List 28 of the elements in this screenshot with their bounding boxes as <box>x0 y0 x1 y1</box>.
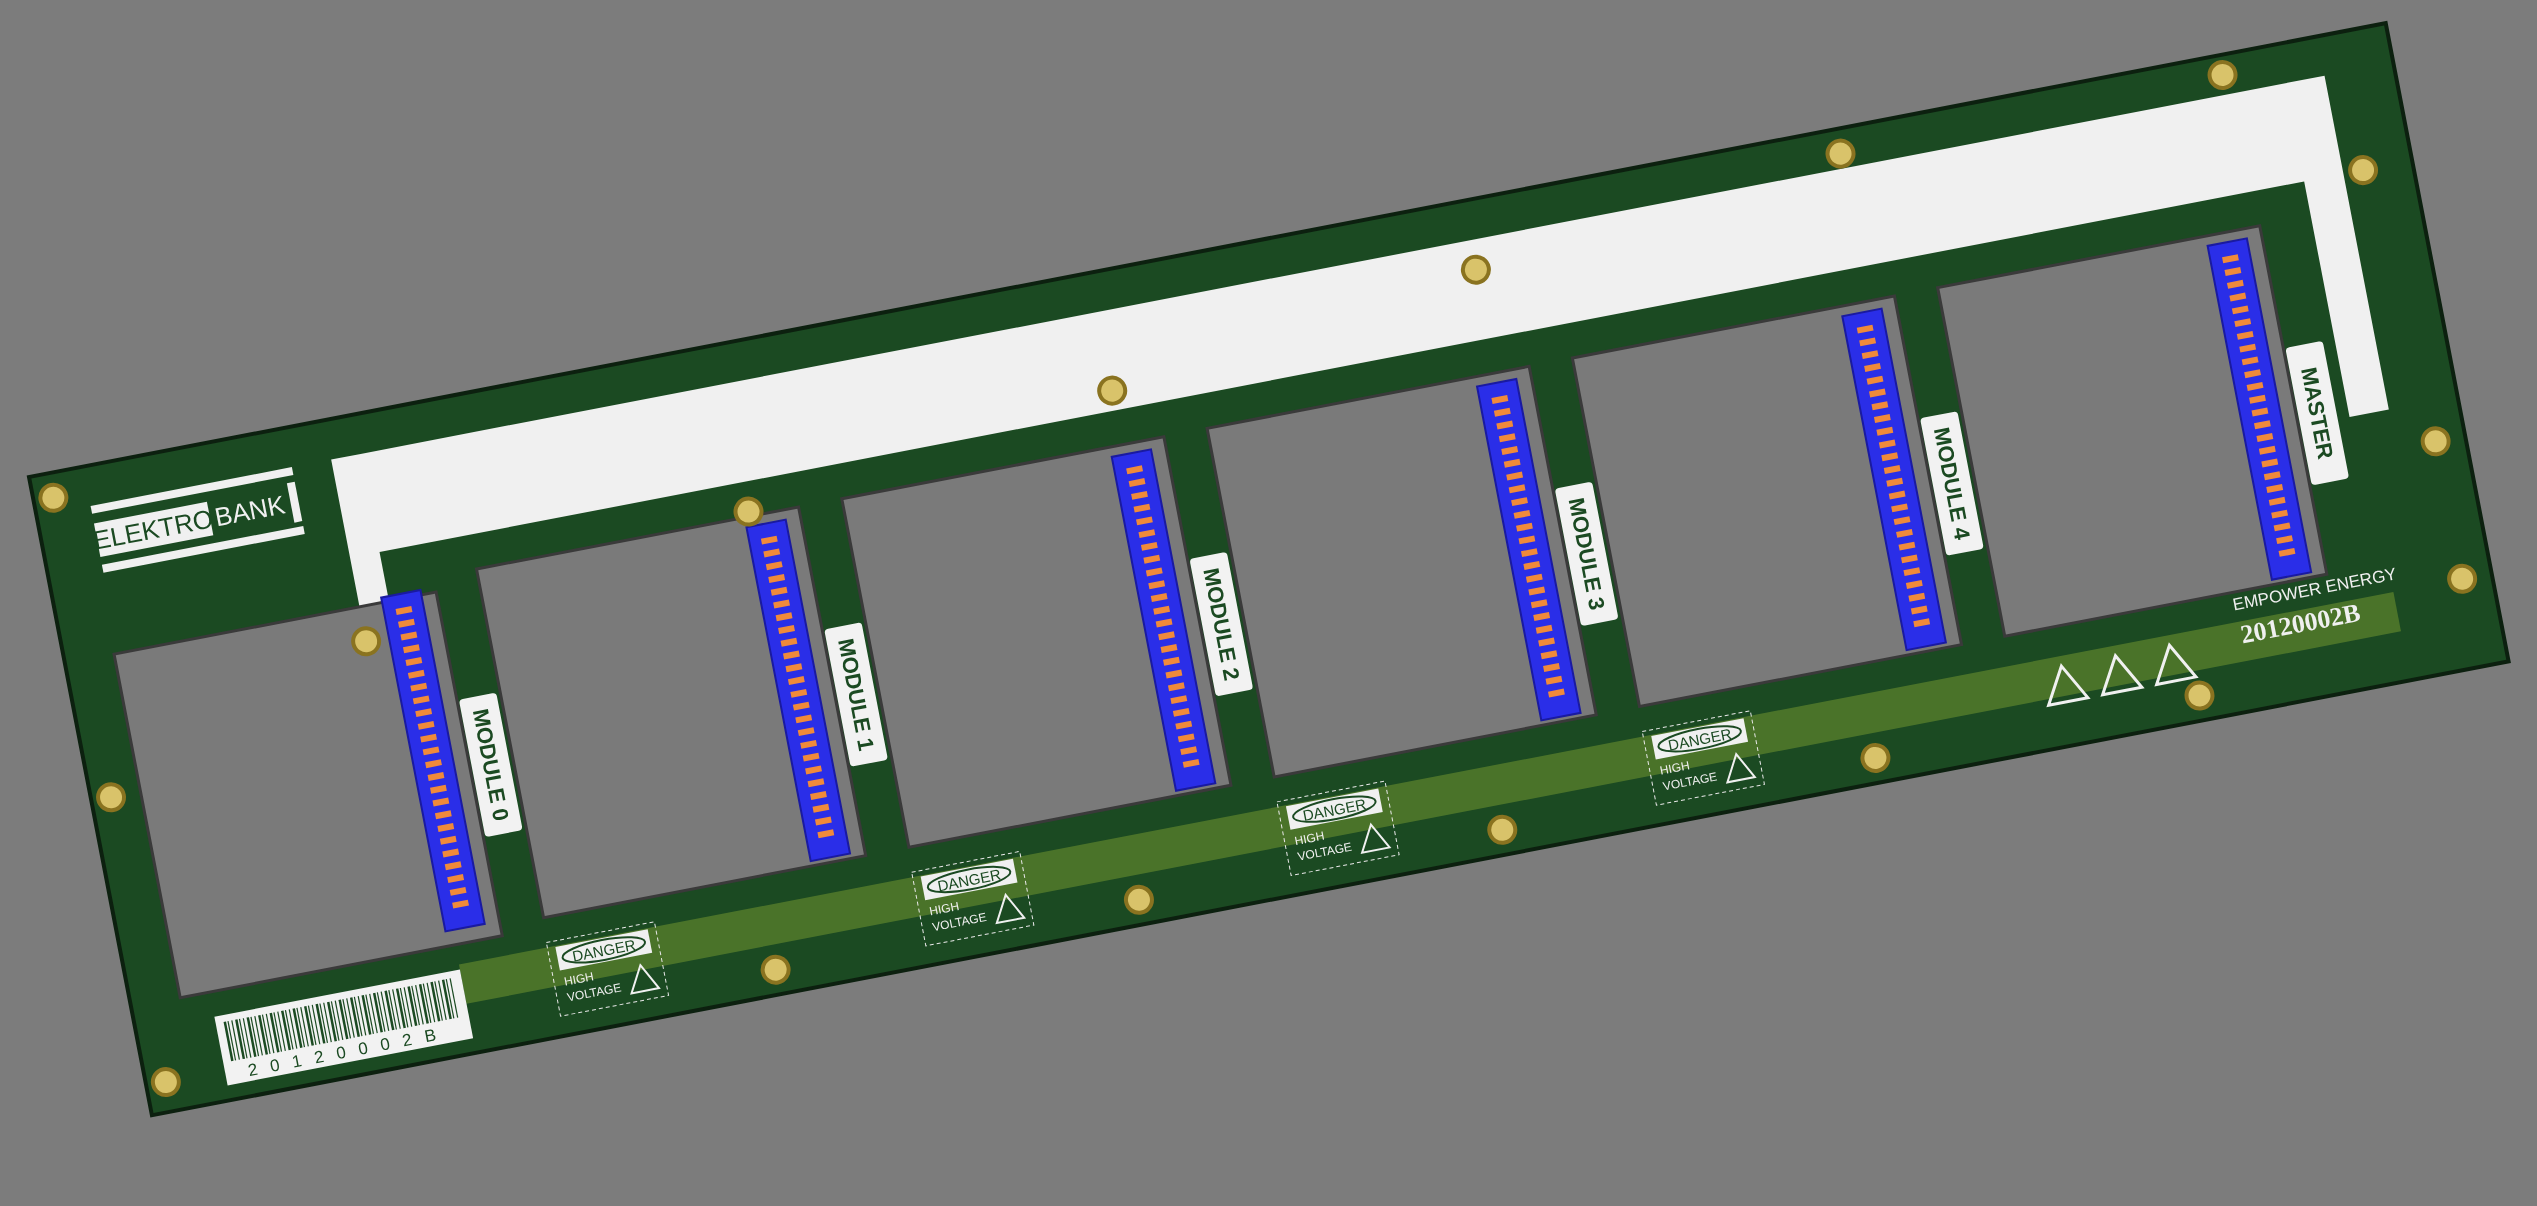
mounting-hole <box>2420 426 2451 457</box>
mounting-hole <box>2447 563 2478 594</box>
slot-label: MODULE 0 <box>458 692 523 838</box>
slot-label: MODULE 3 <box>1554 481 1619 627</box>
warning-label: DANGER HIGH VOLTAGE <box>1641 710 1765 806</box>
mounting-hole <box>1097 375 1128 406</box>
mounting-hole <box>38 482 69 513</box>
mounting-hole <box>150 1067 181 1097</box>
mounting-hole <box>760 954 791 985</box>
mounting-hole <box>2207 60 2238 90</box>
warning-label: DANGER HIGH VOLTAGE <box>545 921 670 1017</box>
slot-label: MODULE 4 <box>1920 411 1984 556</box>
mounting-hole <box>2184 680 2215 711</box>
slot-label: MASTER <box>2285 340 2350 486</box>
slot-label: MODULE 1 <box>824 622 888 767</box>
mounting-hole <box>1124 884 1154 915</box>
mounting-hole <box>1860 742 1891 773</box>
mounting-hole <box>96 782 126 813</box>
mounting-hole <box>733 496 764 527</box>
slot-label: MODULE 2 <box>1189 551 1254 697</box>
mounting-hole <box>2348 155 2379 186</box>
brand-logo: ELEKTRO BANK <box>90 467 305 573</box>
mounting-hole <box>1460 254 1491 285</box>
warning-label: DANGER HIGH VOLTAGE <box>911 850 1035 947</box>
mounting-hole <box>351 626 382 657</box>
mounting-hole <box>1487 814 1518 845</box>
mounting-hole <box>1825 138 1856 169</box>
warning-label: DANGER HIGH VOLTAGE <box>1276 780 1400 877</box>
